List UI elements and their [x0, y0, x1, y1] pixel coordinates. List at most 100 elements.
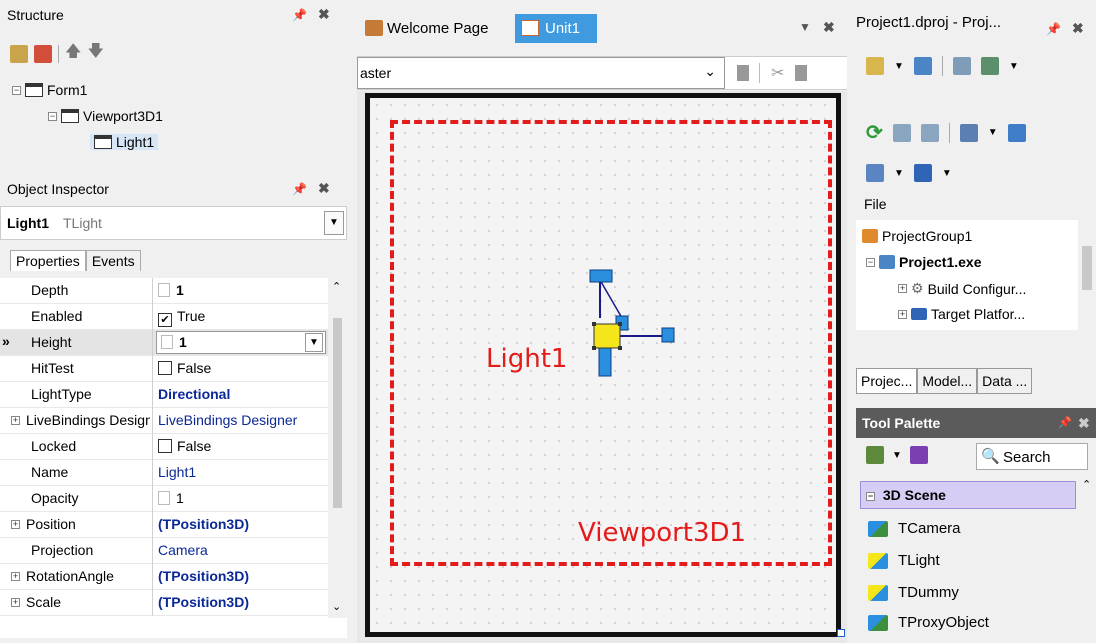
expand-icon[interactable]: + — [11, 520, 20, 529]
scroll-down-icon[interactable]: ⌄ — [332, 600, 341, 613]
close-icon[interactable]: ✖ — [1078, 408, 1090, 438]
chevron-down-icon[interactable]: ▼ — [324, 211, 344, 235]
tab-properties[interactable]: Properties — [10, 250, 86, 271]
palette-item-tlight[interactable]: TLight — [868, 552, 940, 569]
scroll-up-icon[interactable]: ⌃ — [332, 280, 341, 293]
tree-node-form1[interactable]: − Form1 — [12, 82, 87, 98]
property-value-editor[interactable]: 1 ▼ — [156, 331, 326, 354]
move-down-icon[interactable]: 🡇 — [87, 40, 103, 67]
light-gizmo-icon[interactable] — [580, 258, 690, 388]
tab-data[interactable]: Data ... — [977, 368, 1033, 394]
palette-item-tdummy[interactable]: TDummy — [868, 584, 959, 601]
palette-item-tproxyobject[interactable]: TProxyObject — [868, 614, 989, 631]
property-grid-scrollbar[interactable]: ⌃ ⌄ — [328, 278, 347, 618]
platform-icon[interactable] — [913, 164, 932, 182]
tab-welcome-page[interactable]: Welcome Page — [357, 14, 512, 43]
property-row-scale[interactable]: + Scale (TPosition3D) — [0, 590, 328, 616]
collapse-all-icon[interactable] — [892, 123, 911, 142]
tree-node-projectgroup1[interactable]: ProjectGroup1 — [862, 228, 972, 244]
property-row-projection[interactable]: Projection Camera — [0, 538, 328, 564]
add-file-icon[interactable] — [913, 57, 932, 75]
palette-search-input[interactable]: 🔍 Search — [976, 443, 1088, 470]
tree-node-build-config[interactable]: + ⚙ Build Configur... — [898, 280, 1026, 297]
property-value[interactable]: (TPosition3D) — [158, 568, 249, 584]
property-row-enabled[interactable]: Enabled ✔ True — [0, 304, 328, 330]
collapse-icon[interactable]: − — [866, 492, 875, 501]
property-row-opacity[interactable]: Opacity 1 — [0, 486, 328, 512]
property-row-lighttype[interactable]: LightType Directional — [0, 382, 328, 408]
tab-events[interactable]: Events — [85, 250, 141, 271]
chevron-down-icon[interactable]: ▼ — [305, 333, 323, 352]
property-value[interactable]: ✔ True — [158, 308, 205, 327]
pointer-icon[interactable] — [909, 446, 928, 464]
chevron-down-icon[interactable]: ▼ — [894, 61, 904, 72]
property-row-locked[interactable]: Locked False — [0, 434, 328, 460]
property-value[interactable]: 1 — [158, 282, 184, 298]
chevron-down-icon[interactable]: ▼ — [894, 168, 904, 179]
tab-unit1[interactable]: Unit1 — [515, 14, 597, 43]
new-item-icon[interactable] — [10, 44, 28, 63]
project-tree-scrollbar[interactable] — [1078, 220, 1096, 330]
expand-icon[interactable]: + — [11, 572, 20, 581]
property-row-rotationangle[interactable]: + RotationAngle (TPosition3D) — [0, 564, 328, 590]
property-value[interactable]: Light1 — [158, 464, 196, 480]
collapse-icon[interactable]: − — [866, 257, 875, 267]
pin-icon[interactable]: 📌 — [1046, 22, 1061, 36]
property-row-livebindings[interactable]: + LiveBindings Designer LiveBindings Des… — [0, 408, 328, 434]
tree-node-target-platform[interactable]: + Target Platfor... — [898, 306, 1025, 322]
property-value[interactable]: Directional — [158, 386, 230, 402]
layout-icon[interactable] — [980, 57, 999, 75]
view-option-icon[interactable] — [737, 65, 749, 81]
property-row-position[interactable]: + Position (TPosition3D) — [0, 512, 328, 538]
chevron-down-icon[interactable]: ▼ — [942, 168, 952, 179]
expand-icon[interactable]: + — [898, 309, 907, 319]
collapse-icon[interactable]: − — [12, 85, 21, 95]
checkbox-checked-icon[interactable]: ✔ — [158, 313, 172, 327]
close-icon[interactable]: ✖ — [318, 6, 330, 23]
sync-icon[interactable] — [866, 164, 884, 182]
close-icon[interactable]: ✖ — [1072, 20, 1084, 37]
tab-projects[interactable]: Projec... — [856, 368, 918, 394]
expand-icon[interactable]: + — [11, 416, 20, 425]
property-value[interactable]: LiveBindings Designer — [158, 412, 326, 428]
chevron-down-icon[interactable]: ▼ — [1009, 61, 1019, 72]
form-canvas[interactable]: Viewport3D1 Light1 — [365, 93, 841, 637]
view-selector[interactable]: aster ⌄ — [357, 57, 725, 89]
property-row-name[interactable]: Name Light1 — [0, 460, 328, 486]
property-value[interactable]: (TPosition3D) — [158, 594, 249, 610]
expand-icon[interactable]: + — [898, 284, 907, 293]
unlink-icon[interactable]: ✂ — [771, 63, 784, 83]
component-selector[interactable]: Light1 TLight ▼ — [0, 206, 347, 240]
new-file-icon[interactable] — [866, 57, 884, 75]
scroll-up-icon[interactable]: ⌃ — [1082, 478, 1091, 491]
expand-icon[interactable]: + — [11, 598, 20, 607]
close-icon[interactable]: ✖ — [318, 180, 330, 197]
refresh-icon[interactable]: ⟳ — [866, 120, 883, 145]
resize-handle[interactable] — [837, 629, 845, 637]
chevron-down-icon[interactable]: ▼ — [988, 127, 998, 138]
palette-category-3d-scene[interactable]: − 3D Scene — [860, 481, 1076, 509]
scrollbar-thumb[interactable] — [1082, 246, 1092, 290]
tree-node-light1[interactable]: Light1 — [90, 134, 159, 150]
delete-item-icon[interactable] — [34, 44, 52, 63]
build-icon[interactable] — [1007, 123, 1026, 142]
tab-model[interactable]: Model... — [917, 368, 978, 394]
remove-file-icon[interactable] — [952, 57, 971, 75]
close-icon[interactable]: ✖ — [823, 19, 835, 36]
pin-icon[interactable]: 📌 — [292, 8, 307, 22]
property-value[interactable]: False — [158, 360, 211, 376]
palette-scrollbar[interactable]: ⌃ — [1078, 476, 1096, 643]
view-lock-icon[interactable] — [795, 65, 807, 81]
palette-item-tcamera[interactable]: TCamera — [868, 520, 961, 537]
palette-categories-icon[interactable] — [866, 446, 884, 464]
pin-icon[interactable]: 📌 — [292, 182, 307, 196]
property-value[interactable]: Camera — [158, 542, 208, 558]
chevron-down-icon[interactable]: ▼ — [799, 20, 811, 34]
checkbox-unchecked-icon[interactable] — [158, 439, 172, 453]
property-value[interactable]: False — [158, 438, 211, 454]
property-row-depth[interactable]: Depth 1 — [0, 278, 328, 304]
checkbox-unchecked-icon[interactable] — [158, 361, 172, 375]
pin-icon[interactable]: 📌 — [1058, 408, 1072, 438]
property-value[interactable]: 1 — [158, 490, 184, 506]
tree-node-viewport3d1[interactable]: − Viewport3D1 — [48, 108, 163, 124]
